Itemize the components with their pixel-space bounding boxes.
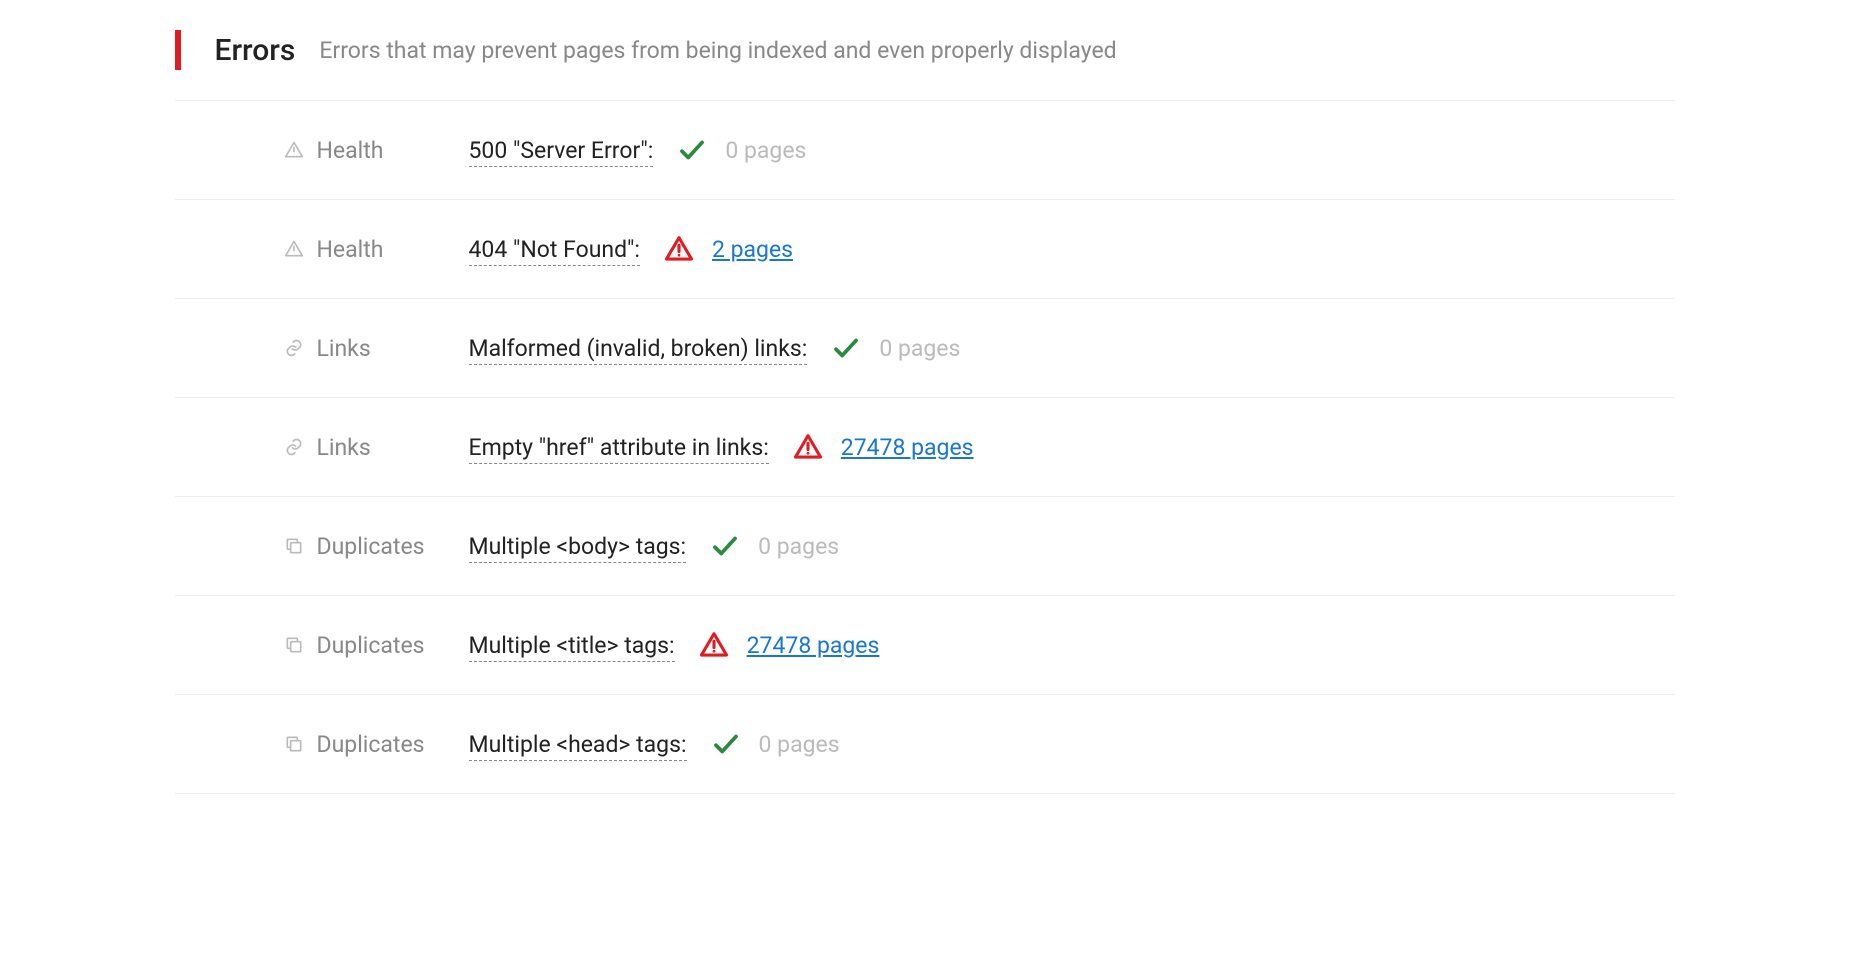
category-label: Duplicates xyxy=(317,632,425,659)
page-count: 0 pages xyxy=(725,137,806,164)
category-cell: Links xyxy=(283,434,469,461)
issue-label[interactable]: Multiple <head> tags: xyxy=(469,731,687,761)
warn-triangle-icon xyxy=(283,139,305,161)
alert-icon xyxy=(793,432,823,462)
error-row: Links Empty "href" attribute in links: 274… xyxy=(175,398,1675,497)
issue-cell: Multiple <title> tags: xyxy=(469,632,675,659)
issue-label[interactable]: Multiple <body> tags: xyxy=(469,533,687,563)
check-icon xyxy=(831,333,861,363)
category-label: Duplicates xyxy=(317,731,425,758)
copy-icon xyxy=(283,634,305,656)
check-icon xyxy=(710,531,740,561)
check-icon xyxy=(711,729,741,759)
category-label: Health xyxy=(317,137,384,164)
category-cell: Health xyxy=(283,236,469,263)
issue-label[interactable]: 404 "Not Found": xyxy=(469,236,641,266)
issue-label[interactable]: Multiple <title> tags: xyxy=(469,632,675,662)
error-row: Duplicates Multiple <head> tags: 0 pages xyxy=(175,695,1675,794)
copy-icon xyxy=(283,733,305,755)
error-row: Health 500 "Server Error": 0 pages xyxy=(175,101,1675,200)
page-count: 0 pages xyxy=(758,533,839,560)
page-count-link[interactable]: 27478 pages xyxy=(747,632,880,659)
page-count-link[interactable]: 2 pages xyxy=(712,236,793,263)
issue-label[interactable]: Malformed (invalid, broken) links: xyxy=(469,335,808,365)
category-label: Duplicates xyxy=(317,533,425,560)
issue-cell: 404 "Not Found": xyxy=(469,236,641,263)
error-row: Duplicates Multiple <title> tags: 27478 pa… xyxy=(175,596,1675,695)
category-cell: Health xyxy=(283,137,469,164)
issue-label[interactable]: 500 "Server Error": xyxy=(469,137,654,167)
alert-icon xyxy=(699,630,729,660)
page-count: 0 pages xyxy=(879,335,960,362)
error-row: Health 404 "Not Found": 2 pages xyxy=(175,200,1675,299)
issue-cell: Empty "href" attribute in links: xyxy=(469,434,769,461)
copy-icon xyxy=(283,535,305,557)
category-cell: Duplicates xyxy=(283,533,469,560)
issue-cell: Multiple <head> tags: xyxy=(469,731,687,758)
issue-cell: 500 "Server Error": xyxy=(469,137,654,164)
category-cell: Links xyxy=(283,335,469,362)
alert-icon xyxy=(664,234,694,264)
error-row: Links Malformed (invalid, broken) links: 0… xyxy=(175,299,1675,398)
category-cell: Duplicates xyxy=(283,731,469,758)
page-count: 0 pages xyxy=(759,731,840,758)
issue-cell: Multiple <body> tags: xyxy=(469,533,687,560)
check-icon xyxy=(677,135,707,165)
category-cell: Duplicates xyxy=(283,632,469,659)
section-accent-bar xyxy=(175,30,181,70)
section-title: Errors xyxy=(215,33,296,68)
warn-triangle-icon xyxy=(283,238,305,260)
issue-cell: Malformed (invalid, broken) links: xyxy=(469,335,808,362)
page-count-link[interactable]: 27478 pages xyxy=(841,434,974,461)
category-label: Links xyxy=(317,434,371,461)
section-header: Errors Errors that may prevent pages fro… xyxy=(175,0,1675,101)
section-subtitle: Errors that may prevent pages from being… xyxy=(319,37,1116,64)
link-icon xyxy=(283,337,305,359)
category-label: Health xyxy=(317,236,384,263)
category-label: Links xyxy=(317,335,371,362)
issue-label[interactable]: Empty "href" attribute in links: xyxy=(469,434,769,464)
errors-panel: Errors Errors that may prevent pages fro… xyxy=(175,0,1675,794)
errors-rows: Health 500 "Server Error": 0 pages Health 40… xyxy=(175,101,1675,794)
error-row: Duplicates Multiple <body> tags: 0 pages xyxy=(175,497,1675,596)
link-icon xyxy=(283,436,305,458)
